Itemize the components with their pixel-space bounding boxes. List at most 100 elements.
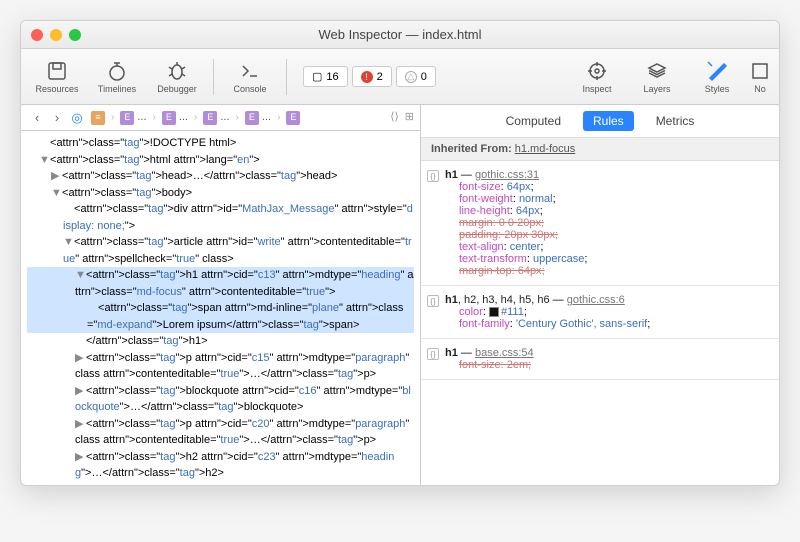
declaration[interactable]: font-size: 2em; [445, 359, 769, 371]
dom-node[interactable]: <attrn">class="tag">span attrn">md-inlin… [27, 300, 414, 333]
crumb[interactable]: ≡ [87, 111, 109, 125]
declaration[interactable]: margin-top: 64px; [445, 265, 769, 277]
separator [286, 59, 287, 95]
dom-node[interactable]: <attrn">class="tag">!DOCTYPE html> [27, 135, 414, 152]
nav-back[interactable]: ‹ [27, 108, 47, 128]
declaration[interactable]: font-size: 64px; [445, 181, 769, 193]
inherit-selector-link[interactable]: h1.md-focus [515, 143, 576, 155]
stopwatch-icon [106, 60, 128, 82]
target-icon [586, 60, 608, 82]
tool-label: Inspect [582, 84, 611, 94]
rule-icon: {} [427, 295, 439, 307]
disclosure-triangle[interactable]: ▼ [75, 267, 84, 284]
dom-node[interactable]: ▼<attrn">class="tag">html attrn">lang="e… [27, 152, 414, 169]
tab-computed[interactable]: Computed [496, 111, 571, 131]
dom-node[interactable]: ▼<attrn">class="tag">h1 attrn">cid="c13"… [27, 267, 414, 300]
crumb[interactable]: E... [158, 109, 192, 126]
css-rule[interactable]: {}h1, h2, h3, h4, h5, h6 — gothic.css:6c… [421, 286, 779, 339]
dom-node[interactable]: </attrn">class="tag">h1> [27, 333, 414, 350]
warning-count[interactable]: △0 [396, 66, 436, 87]
source-link[interactable]: gothic.css:6 [567, 294, 625, 306]
rule-icon: {} [427, 170, 439, 182]
timelines-tool[interactable]: Timelines [89, 60, 145, 94]
dom-node[interactable]: <attrn">class="tag">div attrn">id="MathJ… [27, 201, 414, 234]
declaration[interactable]: padding: 20px 30px; [445, 229, 769, 241]
counters: ▢ 16 !2 △0 [303, 66, 436, 87]
resources-tool[interactable]: Resources [29, 60, 85, 94]
selector[interactable]: h1 [445, 169, 458, 181]
ruler-icon [706, 60, 728, 82]
console-tool[interactable]: Console [222, 60, 278, 94]
bug-icon [166, 60, 188, 82]
tool-label: No [754, 84, 766, 94]
styles-tool[interactable]: Styles [689, 60, 745, 94]
layers-tool[interactable]: Layers [629, 60, 685, 94]
dom-tree[interactable]: <attrn">class="tag">!DOCTYPE html>▼<attr… [21, 131, 420, 485]
tool-label: Resources [35, 84, 78, 94]
declaration[interactable]: font-weight: normal; [445, 193, 769, 205]
disclosure-triangle[interactable]: ▶ [75, 449, 84, 466]
layers-icon [646, 60, 668, 82]
crumb-bar: ‹ › ◎ ≡› E...› E...› E...› E...› E ⟨⟩ ⊞ [21, 105, 420, 131]
inherit-header: Inherited From: h1.md-focus [421, 138, 779, 161]
source-link[interactable]: base.css:54 [475, 347, 534, 359]
css-rule[interactable]: {}h1 — base.css:54font-size: 2em; [421, 339, 779, 380]
tab-metrics[interactable]: Metrics [646, 111, 705, 131]
dom-node[interactable]: ▶<attrn">class="tag">h2 attrn">cid="c23"… [27, 449, 414, 482]
selector[interactable]: h1 [445, 347, 458, 359]
main-columns: ‹ › ◎ ≡› E...› E...› E...› E...› E ⟨⟩ ⊞ … [21, 105, 779, 485]
source-link[interactable]: gothic.css:31 [475, 169, 539, 181]
styles-panel: Computed Rules Metrics Inherited From: h… [421, 105, 779, 485]
save-icon [46, 60, 68, 82]
declaration[interactable]: margin: 0 0 20px; [445, 217, 769, 229]
tool-label: Timelines [98, 84, 136, 94]
dom-node[interactable]: ▼<attrn">class="tag">body> [27, 185, 414, 202]
declaration[interactable]: text-transform: uppercase; [445, 253, 769, 265]
tab-rules[interactable]: Rules [583, 111, 634, 131]
node-tool[interactable]: No [749, 60, 771, 94]
disclosure-triangle[interactable]: ▶ [51, 168, 60, 185]
dom-node[interactable]: ▶<attrn">class="tag">blockquote attrn">c… [27, 383, 414, 416]
disclosure-triangle[interactable]: ▶ [75, 416, 84, 433]
crumb[interactable]: E... [199, 109, 233, 126]
disclosure-triangle[interactable]: ▶ [75, 350, 84, 367]
tool-label: Console [233, 84, 266, 94]
declaration[interactable]: text-align: center; [445, 241, 769, 253]
disclosure-triangle[interactable]: ▼ [39, 152, 48, 169]
tool-label: Layers [643, 84, 670, 94]
color-swatch[interactable] [489, 307, 499, 317]
dom-node[interactable]: ▶<attrn">class="tag">p attrn">cid="c15" … [27, 350, 414, 383]
console-icon [239, 60, 261, 82]
crumb[interactable]: E... [241, 109, 275, 126]
dom-panel: ‹ › ◎ ≡› E...› E...› E...› E...› E ⟨⟩ ⊞ … [21, 105, 421, 485]
disclosure-triangle[interactable]: ▼ [51, 185, 60, 202]
crumb[interactable]: E [282, 111, 304, 125]
grid-view-icon[interactable]: ⊞ [405, 109, 414, 126]
tool-label: Debugger [157, 84, 197, 94]
tree-view-icon[interactable]: ⟨⟩ [390, 109, 399, 126]
disclosure-triangle[interactable]: ▶ [75, 383, 84, 400]
target-icon[interactable]: ◎ [67, 108, 87, 128]
declaration[interactable]: font-family: 'Century Gothic', sans-seri… [445, 318, 769, 330]
nav-fwd[interactable]: › [47, 108, 67, 128]
declaration[interactable]: line-height: 64px; [445, 205, 769, 217]
error-count[interactable]: !2 [352, 66, 392, 87]
tool-label: Styles [705, 84, 730, 94]
debugger-tool[interactable]: Debugger [149, 60, 205, 94]
titlebar: Web Inspector — index.html [21, 21, 779, 49]
inspect-tool[interactable]: Inspect [569, 60, 625, 94]
dom-node[interactable]: ▶<attrn">class="tag">p attrn">cid="c20" … [27, 416, 414, 449]
crumb[interactable]: E... [116, 109, 150, 126]
view-icons: ⟨⟩ ⊞ [390, 109, 414, 126]
selector[interactable]: h1, h2, h3, h4, h5, h6 [445, 294, 550, 306]
dom-node[interactable]: ▶<attrn">class="tag">head>…</attrn">clas… [27, 168, 414, 185]
separator [213, 59, 214, 95]
toolbar: Resources Timelines Debugger Console ▢ 1… [21, 49, 779, 105]
dom-node[interactable]: ▼<attrn">class="tag">article attrn">id="… [27, 234, 414, 267]
node-icon [749, 60, 771, 82]
inspector-window: Web Inspector — index.html Resources Tim… [20, 20, 780, 486]
resource-count[interactable]: ▢ 16 [303, 66, 348, 87]
css-rule[interactable]: {}h1 — gothic.css:31font-size: 64px;font… [421, 161, 779, 286]
declaration[interactable]: color: #111; [445, 306, 769, 318]
disclosure-triangle[interactable]: ▼ [63, 234, 72, 251]
